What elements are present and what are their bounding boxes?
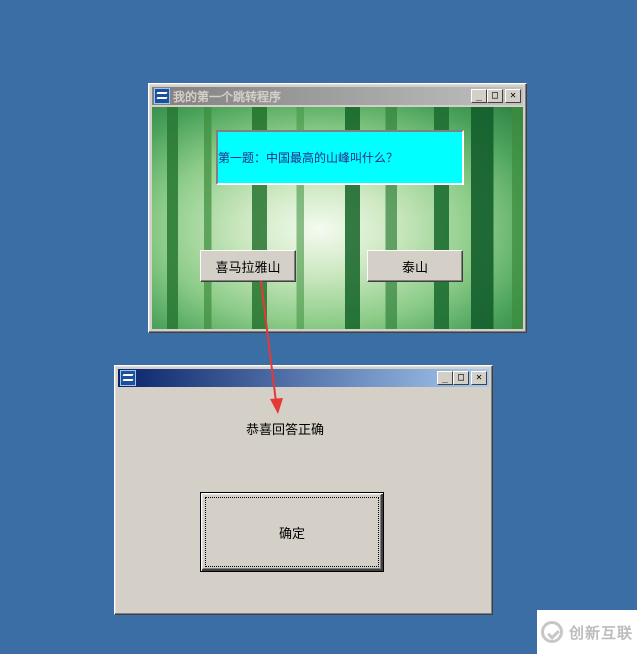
option-taishan-button[interactable]: 泰山 — [367, 250, 463, 282]
close-icon: ✕ — [475, 372, 483, 383]
question-label: 第一题：中国最高的山峰叫什么？ — [216, 130, 464, 185]
maximize-icon: □ — [457, 372, 465, 383]
ok-button-label: 确定 — [278, 526, 305, 542]
option-himalaya-button[interactable]: 喜马拉雅山 — [200, 250, 296, 282]
success-message: 恭喜回答正确 — [246, 423, 325, 438]
quiz-window-client: 第一题：中国最高的山峰叫什么？ 喜马拉雅山 泰山 — [152, 107, 523, 329]
close-icon: ✕ — [509, 90, 517, 101]
minimize-icon: _ — [475, 90, 483, 101]
option-taishan-label: 泰山 — [401, 260, 428, 276]
app-icon — [154, 88, 170, 104]
minimize-button[interactable]: _ — [471, 89, 487, 103]
quiz-window: 我的第一个跳转程序 _ □ ✕ 第一题：中国最高的山峰叫什么？ 喜马拉雅山 泰山 — [148, 83, 527, 333]
watermark-logo — [540, 621, 563, 643]
close-button[interactable]: ✕ — [471, 371, 487, 385]
result-window: _ □ ✕ 恭喜回答正确 确定 — [114, 365, 493, 615]
maximize-button[interactable]: □ — [487, 89, 503, 103]
minimize-button[interactable]: _ — [437, 371, 453, 385]
minimize-icon: _ — [441, 372, 449, 383]
result-window-client: 恭喜回答正确 确定 — [118, 389, 489, 611]
window-title: 我的第一个跳转程序 — [173, 89, 282, 104]
maximize-icon: □ — [491, 90, 499, 101]
result-window-titlebar[interactable]: _ □ ✕ — [118, 369, 489, 387]
close-button[interactable]: ✕ — [505, 89, 521, 103]
option-himalaya-label: 喜马拉雅山 — [215, 260, 281, 276]
app-icon — [120, 370, 136, 386]
question-text: 第一题：中国最高的山峰叫什么？ — [218, 151, 399, 165]
quiz-window-titlebar[interactable]: 我的第一个跳转程序 _ □ ✕ — [152, 87, 523, 105]
watermark-text: 创新互联 — [568, 623, 633, 642]
watermark: 创新互联 — [537, 610, 637, 654]
maximize-button[interactable]: □ — [453, 371, 469, 385]
ok-button[interactable]: 确定 — [200, 492, 384, 572]
